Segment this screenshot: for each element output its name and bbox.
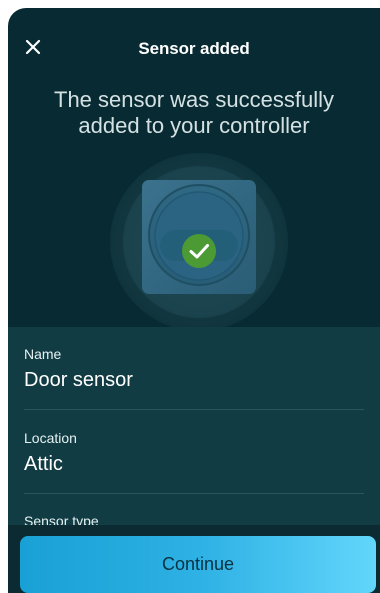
sensor-details: Name Door sensor Location Attic Sensor t… [8,327,380,525]
location-label: Location [24,430,77,446]
location-value: Attic [24,453,63,475]
location-field: Location Attic [24,430,364,476]
continue-button[interactable]: Continue [20,536,376,593]
footer-bar: Continue [8,525,380,593]
top-bar: Sensor added [8,30,380,64]
name-value: Door sensor [24,369,133,391]
sensor-added-screen: Sensor added The sensor was successfully… [0,0,380,593]
sensor-added-hero: Sensor added The sensor was successfully… [8,8,380,327]
page-title: Sensor added [138,39,250,58]
sensor-type-field: Sensor type [24,513,364,525]
success-message: The sensor was successfully added to you… [54,87,334,138]
name-field: Name Door sensor [24,346,364,392]
details-divider [24,493,364,494]
name-label: Name [24,346,62,362]
checkmark-icon [182,234,216,268]
details-divider [24,409,364,410]
sensor-illustration [109,152,289,327]
sensor-type-label: Sensor type [24,513,99,525]
